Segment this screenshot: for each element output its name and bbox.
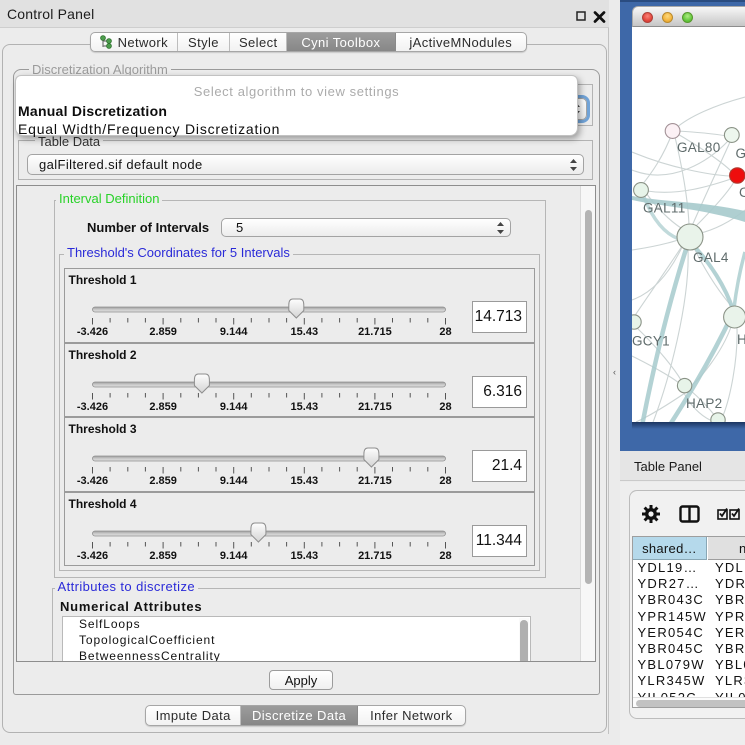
svg-text:GCY1: GCY1 (632, 334, 670, 349)
svg-text:HAP1: HAP1 (737, 332, 745, 347)
svg-text:15.43: 15.43 (290, 326, 318, 338)
svg-text:28: 28 (439, 401, 451, 413)
svg-text:HAP2: HAP2 (686, 396, 722, 411)
svg-text:2.859: 2.859 (149, 326, 177, 338)
svg-text:2.859: 2.859 (149, 401, 177, 413)
svg-text:28: 28 (439, 550, 451, 562)
svg-text:GAL11: GAL11 (643, 201, 686, 216)
svg-text:2.859: 2.859 (149, 550, 177, 562)
svg-text:28: 28 (439, 475, 451, 487)
svg-text:9.144: 9.144 (219, 326, 247, 338)
svg-text:21.715: 21.715 (358, 326, 392, 338)
svg-text:GAL4: GAL4 (693, 250, 729, 265)
svg-text:-3.426: -3.426 (76, 475, 107, 487)
svg-text:-3.426: -3.426 (76, 401, 107, 413)
svg-text:9.144: 9.144 (219, 401, 247, 413)
svg-text:15.43: 15.43 (290, 550, 318, 562)
svg-text:-3.426: -3.426 (76, 326, 107, 338)
svg-text:GAL2: GAL2 (736, 146, 745, 161)
svg-text:-3.426: -3.426 (76, 550, 107, 562)
svg-text:CDC25: CDC25 (739, 185, 745, 200)
svg-text:28: 28 (439, 326, 451, 338)
svg-text:15.43: 15.43 (290, 401, 318, 413)
svg-text:21.715: 21.715 (358, 475, 392, 487)
svg-text:GAL80: GAL80 (677, 140, 721, 155)
svg-text:9.144: 9.144 (219, 475, 247, 487)
svg-text:15.43: 15.43 (290, 475, 318, 487)
svg-text:2.859: 2.859 (149, 475, 177, 487)
svg-text:9.144: 9.144 (219, 550, 247, 562)
svg-text:21.715: 21.715 (358, 401, 392, 413)
svg-text:21.715: 21.715 (358, 550, 392, 562)
